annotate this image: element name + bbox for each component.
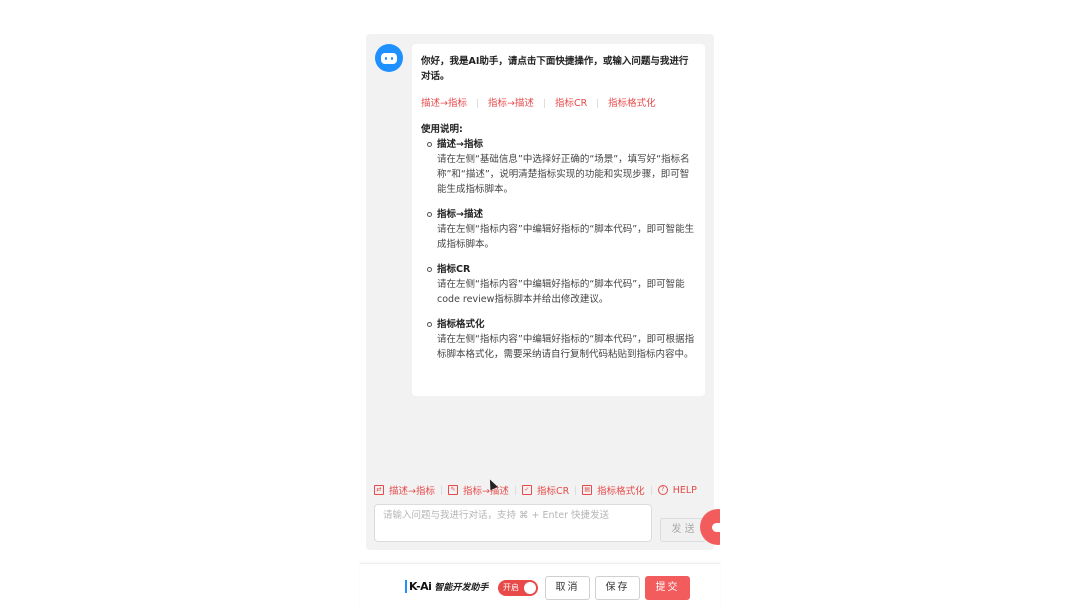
bot-avatar-icon (375, 44, 403, 72)
tool-label: 指标格式化 (597, 486, 645, 497)
bullet-icon (427, 142, 432, 147)
usage-item-desc: 请在左侧“指标内容”中编辑好指标的“脚本代码”，即可智能生成指标脚本。 (437, 224, 695, 250)
usage-title: 使用说明: (421, 124, 463, 135)
assistant-message-bubble: 你好，我是AI助手，请点击下面快捷操作，或输入问题与我进行对话。 描述→指标 指… (412, 44, 705, 396)
usage-item-desc: 请在左侧“指标内容”中编辑好指标的“脚本代码”，即可根据指标脚本格式化，需要采纳… (437, 334, 695, 360)
assistant-toggle[interactable]: 开启 (498, 580, 538, 596)
tool-label: 指标CR (536, 486, 570, 497)
divider (543, 98, 545, 108)
ai-assistant-panel: 你好，我是AI助手，请点击下面快捷操作，或输入问题与我进行对话。 描述→指标 指… (366, 34, 714, 550)
bullet-icon (427, 267, 432, 272)
tool-metric-to-desc[interactable]: ✎ 指标→描述 (447, 483, 509, 497)
quick-action-desc-to-metric[interactable]: 描述→指标 (421, 96, 467, 111)
divider (514, 485, 516, 495)
brand: K-Ai 智能开发助手 (405, 580, 488, 593)
usage-item-name: 指标格式化 (437, 319, 485, 330)
tool-label: 指标→描述 (462, 486, 509, 497)
tool-label: 描述→指标 (389, 486, 435, 497)
edit-icon: ✎ (447, 485, 458, 495)
shortcut-toolbar: ⇄ 描述→指标 ✎ 指标→描述 ✓ 指标CR ▤ 指标格式化 ? HELP (374, 483, 697, 497)
tool-metric-format[interactable]: ▤ 指标格式化 (582, 483, 645, 497)
footer-bar: K-Ai 智能开发助手 开启 取消 保存 提交 (360, 563, 720, 609)
greeting-text: 你好，我是AI助手，请点击下面快捷操作，或输入问题与我进行对话。 (421, 56, 689, 82)
divider (476, 98, 478, 108)
toggle-knob (524, 582, 536, 594)
divider (650, 485, 652, 495)
tool-label: HELP (672, 484, 697, 496)
bullet-icon (427, 212, 432, 217)
divider (440, 485, 442, 495)
usage-item-desc: 请在左侧“基础信息”中选择好正确的“场景”，填写好“指标名称”和“描述”，说明清… (437, 154, 690, 195)
usage-item: 描述→指标 请在左侧“基础信息”中选择好正确的“场景”，填写好“指标名称”和“描… (421, 137, 695, 197)
bullet-icon (427, 322, 432, 327)
usage-item-name: 指标CR (437, 264, 471, 275)
brand-name: 智能开发助手 (434, 583, 489, 593)
usage-item: 指标→描述 请在左侧“指标内容”中编辑好指标的“脚本代码”，即可智能生成指标脚本… (421, 207, 695, 252)
cancel-button[interactable]: 取消 (545, 576, 590, 600)
tool-metric-cr[interactable]: ✓ 指标CR (521, 483, 570, 497)
send-button[interactable]: 发 送 (660, 518, 706, 542)
divider (597, 98, 599, 108)
question-input[interactable]: 请输入问题与我进行对话，支持 ⌘ + Enter 快捷发送 (374, 504, 652, 542)
document-check-icon: ✓ (521, 485, 532, 495)
brand-logo: K-Ai (405, 580, 432, 593)
usage-item: 指标CR 请在左侧“指标内容”中编辑好指标的“脚本代码”，即可智能code re… (421, 262, 695, 307)
tool-desc-to-metric[interactable]: ⇄ 描述→指标 (374, 483, 435, 497)
quick-action-metric-format[interactable]: 指标格式化 (608, 96, 656, 111)
divider (575, 485, 577, 495)
translate-icon: ⇄ (374, 485, 384, 495)
usage-item-name: 描述→指标 (437, 139, 483, 150)
usage-item-desc: 请在左侧“指标内容”中编辑好指标的“脚本代码”，即可智能code review指… (437, 279, 685, 305)
quick-actions: 描述→指标 指标→描述 指标CR 指标格式化 (421, 96, 695, 110)
format-brush-icon: ▤ (582, 485, 593, 495)
quick-action-metric-to-desc[interactable]: 指标→描述 (488, 96, 534, 111)
save-button[interactable]: 保存 (595, 576, 640, 600)
quick-action-metric-cr[interactable]: 指标CR (555, 96, 587, 111)
usage-item-name: 指标→描述 (437, 209, 483, 220)
help-icon: ? (657, 485, 668, 495)
page-edge (720, 500, 760, 560)
usage-item: 指标格式化 请在左侧“指标内容”中编辑好指标的“脚本代码”，即可根据指标脚本格式… (421, 317, 695, 362)
tool-help[interactable]: ? HELP (657, 484, 697, 496)
submit-button[interactable]: 提交 (645, 576, 690, 600)
toggle-label: 开启 (503, 583, 519, 592)
